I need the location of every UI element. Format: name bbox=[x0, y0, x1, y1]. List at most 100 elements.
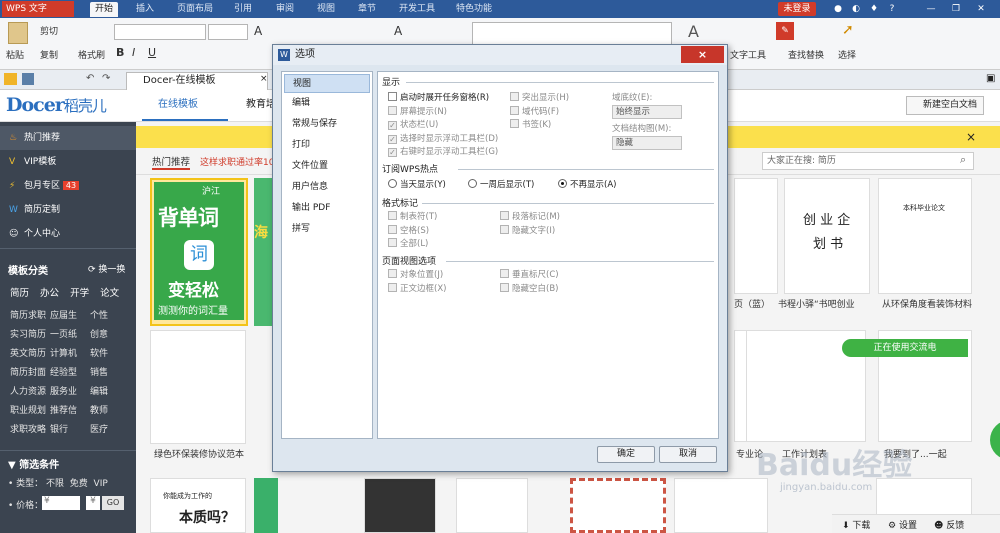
category-tabs[interactable]: 简历 办公 开学 论文 bbox=[10, 285, 119, 299]
paste-button[interactable]: 粘贴 bbox=[6, 48, 24, 61]
option-checkbox[interactable]: 段落标记(M) bbox=[500, 210, 560, 222]
tab-view[interactable]: 视图 bbox=[317, 2, 335, 17]
nav-edit[interactable]: 编辑 bbox=[284, 94, 370, 113]
save-icon[interactable] bbox=[22, 73, 34, 85]
tab-start[interactable]: 开始 bbox=[90, 2, 119, 17]
format-painter-button[interactable]: 格式刷 bbox=[78, 48, 105, 61]
nav-general-save[interactable]: 常规与保存 bbox=[284, 115, 370, 134]
category-item[interactable]: 推荐信 bbox=[50, 403, 77, 416]
option-checkbox[interactable]: 突出显示(H) bbox=[510, 91, 569, 103]
font-name-box[interactable] bbox=[114, 24, 206, 40]
login-button[interactable]: 未登录 bbox=[778, 2, 816, 16]
underline-icon[interactable]: U bbox=[148, 46, 156, 59]
copy-button[interactable]: 复制 bbox=[40, 48, 58, 61]
category-item[interactable]: 创意 bbox=[90, 327, 108, 340]
category-item[interactable]: 实习简历 bbox=[10, 327, 46, 340]
category-item[interactable]: 服务业 bbox=[50, 384, 77, 397]
cancel-button[interactable]: 取消 bbox=[659, 446, 717, 463]
category-item[interactable]: 医疗 bbox=[90, 422, 108, 435]
option-checkbox[interactable]: ✓ 状态栏(U) bbox=[388, 118, 438, 130]
option-checkbox[interactable]: 制表符(T) bbox=[388, 210, 437, 222]
category-item[interactable]: 编辑 bbox=[90, 384, 108, 397]
select-button[interactable]: 选择 bbox=[838, 48, 856, 61]
search-icon[interactable]: ⌕ bbox=[960, 153, 966, 167]
sidebar-item-monthly[interactable]: ⚡ 包月专区 43 bbox=[0, 174, 136, 198]
field-shading-select[interactable]: 始终显示 bbox=[612, 105, 682, 119]
minimize-icon[interactable]: — bbox=[925, 3, 937, 15]
template-card-vocab[interactable]: 沪江 背单词 词 变轻松 测测你的词汇量 bbox=[150, 178, 248, 326]
find-replace-button[interactable]: 查找替换 bbox=[788, 48, 824, 61]
type-filter[interactable]: • 类型： 不限 免费 VIP bbox=[8, 476, 108, 489]
promo-link[interactable]: 这样求职通过率100 bbox=[200, 155, 280, 168]
hotspot-never[interactable]: 不再显示(A) bbox=[558, 178, 616, 190]
sidebar-item-resume[interactable]: W 简历定制 bbox=[0, 198, 136, 222]
hot-tab[interactable]: 热门推荐 bbox=[152, 154, 191, 170]
translate-icon[interactable]: ✎ bbox=[776, 22, 794, 40]
nav-print[interactable]: 打印 bbox=[284, 136, 370, 155]
hotspot-week[interactable]: 一周后显示(T) bbox=[468, 178, 534, 190]
category-item[interactable]: 销售 bbox=[90, 365, 108, 378]
option-checkbox[interactable]: 屏幕提示(N) bbox=[388, 105, 447, 117]
category-item[interactable]: 计算机 bbox=[50, 346, 77, 359]
option-checkbox[interactable]: 正文边框(X) bbox=[388, 282, 446, 294]
italic-icon[interactable]: I bbox=[132, 46, 135, 59]
template-card-envelope[interactable] bbox=[570, 478, 666, 533]
nav-file-location[interactable]: 文件位置 bbox=[284, 157, 370, 176]
ok-button[interactable]: 确定 bbox=[597, 446, 655, 463]
price-max-input[interactable]: ¥ bbox=[86, 496, 100, 510]
paste-icon[interactable] bbox=[8, 22, 28, 44]
font-size-box[interactable] bbox=[208, 24, 248, 40]
dialog-close-button[interactable]: × bbox=[681, 46, 724, 63]
hotspot-today[interactable]: 当天显示(Y) bbox=[388, 178, 446, 190]
option-checkbox[interactable]: 垂直标尺(C) bbox=[500, 268, 559, 280]
sidebar-item-hot[interactable]: ♨ 热门推荐 bbox=[0, 126, 136, 150]
template-card-blue-1[interactable] bbox=[734, 178, 778, 294]
feedback-button[interactable]: ☻ 反馈 bbox=[934, 518, 964, 531]
tab-chapter[interactable]: 章节 bbox=[358, 2, 376, 17]
nav-user-info[interactable]: 用户信息 bbox=[284, 178, 370, 197]
feedback-icon[interactable]: ◐ bbox=[850, 3, 862, 15]
text-tools-button[interactable]: 文字工具 bbox=[730, 48, 766, 61]
category-item[interactable]: 一页纸 bbox=[50, 327, 77, 340]
app-menu-button[interactable]: WPS 文字 bbox=[2, 1, 74, 17]
category-item[interactable]: 应届生 bbox=[50, 308, 77, 321]
close-window-icon[interactable]: ✕ bbox=[975, 3, 987, 15]
sidebar-item-vip[interactable]: V VIP模板 bbox=[0, 150, 136, 174]
option-checkbox[interactable]: 隐藏空白(B) bbox=[500, 282, 558, 294]
category-item[interactable]: 经验型 bbox=[50, 365, 77, 378]
category-item[interactable]: 软件 bbox=[90, 346, 108, 359]
option-checkbox[interactable]: 对象位置(J) bbox=[388, 268, 443, 280]
select-cursor-icon[interactable]: ➚ bbox=[842, 22, 854, 38]
help-icon[interactable]: ? bbox=[886, 3, 898, 15]
category-item[interactable]: 个性 bbox=[90, 308, 108, 321]
tab-list-icon[interactable]: ▣ bbox=[986, 73, 995, 84]
text-effect-icon[interactable]: A bbox=[394, 24, 402, 38]
template-search-input[interactable]: 大家正在搜: 简历 bbox=[762, 152, 974, 170]
price-go-button[interactable]: GO bbox=[102, 496, 124, 510]
option-checkbox[interactable]: 隐藏文字(I) bbox=[500, 224, 555, 236]
tab-online-templates[interactable]: 在线模板 bbox=[142, 90, 228, 121]
nav-spelling[interactable]: 拼写 bbox=[284, 220, 370, 239]
tab-docer-online[interactable]: Docer-在线模板 bbox=[126, 72, 268, 90]
category-item[interactable]: 职业规划 bbox=[10, 403, 46, 416]
tab-references[interactable]: 引用 bbox=[234, 2, 252, 17]
cut-button[interactable]: 剪切 bbox=[40, 24, 58, 37]
grow-font-icon[interactable]: A bbox=[254, 24, 262, 38]
template-card-startup[interactable]: 创 业 企 划 书 bbox=[784, 178, 870, 294]
template-card-resume-1[interactable] bbox=[364, 478, 436, 533]
tab-insert[interactable]: 插入 bbox=[136, 2, 154, 17]
option-checkbox[interactable]: 域代码(F) bbox=[510, 105, 559, 117]
settings-button[interactable]: ⚙ 设置 bbox=[888, 518, 917, 531]
template-card-contract[interactable] bbox=[150, 330, 246, 444]
category-item[interactable]: 银行 bbox=[50, 422, 68, 435]
tab-page-layout[interactable]: 页面布局 bbox=[177, 2, 213, 17]
shirt-icon[interactable]: ♦ bbox=[868, 3, 880, 15]
nav-output-pdf[interactable]: 输出 PDF bbox=[284, 199, 370, 218]
tab-close-icon[interactable]: × bbox=[260, 74, 268, 84]
nav-view[interactable]: 视图 bbox=[284, 74, 370, 93]
category-item[interactable]: 教师 bbox=[90, 403, 108, 416]
restore-icon[interactable]: ❐ bbox=[950, 3, 962, 15]
skin-icon[interactable]: ● bbox=[832, 3, 844, 15]
category-item[interactable]: 求职攻略 bbox=[10, 422, 46, 435]
template-card-essence[interactable]: 你能成为工作的 本质吗？ bbox=[150, 478, 246, 533]
